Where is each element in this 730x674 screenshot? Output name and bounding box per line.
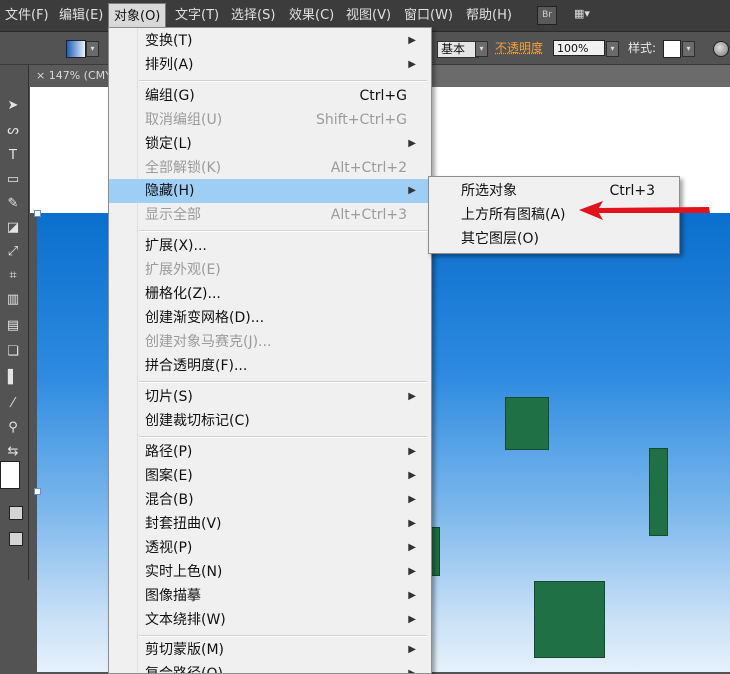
menu-help[interactable]: 帮助(H) [466,0,512,31]
menu-item-blend[interactable]: 混合(B) ▶ [109,488,429,512]
menu-file[interactable]: 文件(F) [5,0,49,31]
menu-item-expand[interactable]: 扩展(X)... [109,234,429,258]
style-swatch[interactable] [663,40,681,58]
graph-tool-icon[interactable]: ▌ [3,369,23,387]
menu-item-show-all[interactable]: 显示全部 Alt+Ctrl+3 [109,203,429,227]
menu-item-hide[interactable]: 隐藏(H) ▶ [109,179,429,203]
menu-item-image-trace[interactable]: 图像描摹 ▶ [109,584,429,608]
submenu-arrow-icon: ▶ [408,644,416,655]
menu-item-pattern[interactable]: 图案(E) ▶ [109,464,429,488]
blend-mode-select[interactable]: 基本 [437,41,479,58]
submenu-arrow-icon: ▶ [408,518,416,529]
gradient-tool-icon[interactable]: ▤ [3,317,23,335]
submenu-arrow-icon: ▶ [408,185,416,196]
menu-item-path[interactable]: 路径(P) ▶ [109,440,429,464]
scale-tool-icon[interactable]: ⤢ [3,243,23,261]
object-menu-dropdown: 变换(T) ▶ 排列(A) ▶ 编组(G) Ctrl+G 取消编组(U) Shift+C… [108,27,432,674]
fill-dropdown-icon[interactable]: ▾ [86,41,99,57]
menu-item-text-wrap[interactable]: 文本绕排(W) ▶ [109,608,429,632]
zoom-tool-icon[interactable]: ⚲ [3,419,23,437]
menu-separator [139,436,427,438]
submenu-arrow-icon: ▶ [408,566,416,577]
globe-icon[interactable] [713,41,729,57]
submenu-arrow-icon: ▶ [408,35,416,46]
menu-edit[interactable]: 编辑(E) [59,0,103,31]
menu-item-rasterize[interactable]: 栅格化(Z)... [109,282,429,306]
submenu-arrow-icon: ▶ [408,668,416,674]
menu-item-slice[interactable]: 切片(S) ▶ [109,385,429,409]
menu-item-compound-path[interactable]: 复合路径(O) ▶ [109,662,429,674]
submenu-arrow-icon: ▶ [408,542,416,553]
bridge-button[interactable]: Br [537,6,557,25]
menu-item-unlock-all[interactable]: 全部解锁(K) Alt+Ctrl+2 [109,156,429,180]
menu-item-lock[interactable]: 锁定(L) ▶ [109,132,429,156]
submenu-arrow-icon: ▶ [408,59,416,70]
menu-separator [139,635,427,637]
symbol-tool-icon[interactable]: ▥ [3,291,23,309]
menu-item-expand-appearance[interactable]: 扩展外观(E) [109,258,429,282]
green-rectangle[interactable] [649,448,668,536]
menu-item-transform[interactable]: 变换(T) ▶ [109,29,429,53]
menu-item-envelope-distort[interactable]: 封套扭曲(V) ▶ [109,512,429,536]
swap-colors-icon[interactable]: ⇆ [3,443,23,461]
lasso-tool-icon[interactable]: ᔕ [3,122,23,140]
submenu-arrow-icon: ▶ [408,446,416,457]
menu-separator [139,80,427,82]
screen-mode-icon[interactable] [9,532,23,546]
blend-tool-icon[interactable]: ❏ [3,343,23,361]
menu-item-object-mosaic[interactable]: 创建对象马赛克(J)... [109,330,429,354]
menu-item-group[interactable]: 编组(G) Ctrl+G [109,84,429,108]
pencil-tool-icon[interactable]: ✎ [3,195,23,213]
submenu-arrow-icon: ▶ [408,494,416,505]
opacity-label[interactable]: 不透明度 [495,39,543,57]
menu-separator [139,381,427,383]
style-dropdown-icon[interactable]: ▾ [682,41,695,57]
menu-item-perspective[interactable]: 透视(P) ▶ [109,536,429,560]
stroke-mode-icon[interactable] [9,506,23,520]
menu-item-arrange[interactable]: 排列(A) ▶ [109,53,429,77]
type-tool-icon[interactable]: T [3,147,23,165]
menu-item-flatten-transparency[interactable]: 拼合透明度(F)... [109,354,429,378]
fill-swatch[interactable] [66,40,86,58]
submenu-arrow-icon: ▶ [408,138,416,149]
menu-item-live-paint[interactable]: 实时上色(N) ▶ [109,560,429,584]
fill-stroke-swatch[interactable] [0,461,20,489]
green-rectangle[interactable] [505,397,549,450]
eyedropper-tool-icon[interactable]: ⁄ [3,395,23,413]
opacity-dropdown-icon[interactable]: ▾ [606,41,619,57]
menu-item-gradient-mesh[interactable]: 创建渐变网格(D)... [109,306,429,330]
menu-separator [139,230,427,232]
menu-item-crop-marks[interactable]: 创建裁切标记(C) [109,409,429,433]
rectangle-tool-icon[interactable]: ▭ [3,171,23,189]
blend-dropdown-icon[interactable]: ▾ [475,41,488,57]
menu-item-clipping-mask[interactable]: 剪切蒙版(M) ▶ [109,638,429,662]
menu-item-ungroup[interactable]: 取消编组(U) Shift+Ctrl+G [109,108,429,132]
annotation-arrow-icon [579,201,710,220]
selection-anchor-handle[interactable] [34,488,41,495]
selection-tool-icon[interactable]: ➤ [3,97,23,115]
submenu-arrow-icon: ▶ [408,590,416,601]
close-icon[interactable]: × [36,69,49,82]
style-label: 样式: [628,41,657,55]
submenu-arrow-icon: ▶ [408,614,416,625]
opacity-input[interactable]: 100% [553,40,605,56]
tools-panel: ➤ ᔕ T ▭ ✎ ◪ ⤢ ⌗ ▥ ▤ ❏ ▌ ⁄ ⚲ ⇆ [0,65,29,580]
eraser-tool-icon[interactable]: ◪ [3,219,23,237]
workspace-switcher-icon[interactable]: ▦▾ [574,7,602,23]
green-rectangle[interactable] [534,581,605,658]
selection-anchor-handle[interactable] [34,210,41,217]
submenu-item-other-layers[interactable]: 其它图层(O) [429,227,679,251]
submenu-arrow-icon: ▶ [408,391,416,402]
submenu-arrow-icon: ▶ [408,470,416,481]
free-transform-tool-icon[interactable]: ⌗ [3,267,23,285]
